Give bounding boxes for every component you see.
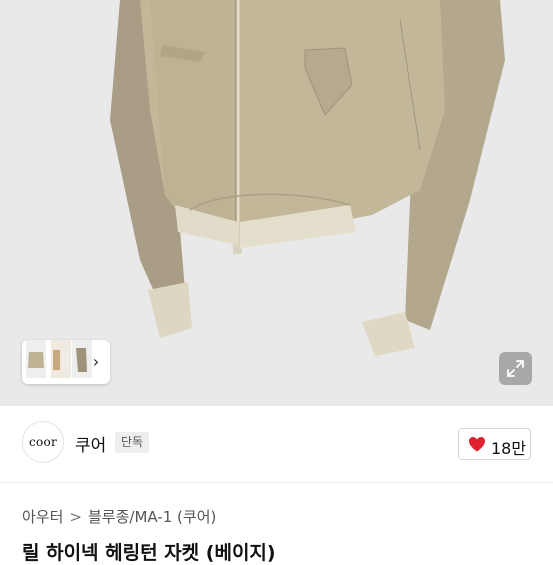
section-divider	[0, 482, 553, 483]
like-button[interactable]: 18만	[458, 428, 531, 460]
seller-avatar[interactable]: coor	[22, 421, 64, 463]
product-image-gallery[interactable]: ›	[0, 0, 553, 406]
heart-icon	[469, 437, 485, 452]
breadcrumb-item-subcategory[interactable]: 블루종/MA-1 (쿠어)	[88, 508, 216, 526]
like-count: 18만	[491, 439, 527, 458]
product-title: 릴 하이넥 헤링턴 자켓 (베이지)	[22, 542, 276, 564]
seller-row: coor 쿠어 단독 18만	[0, 406, 553, 482]
thumbnail-2[interactable]	[51, 340, 71, 378]
exclusive-badge: 단독	[115, 432, 150, 453]
breadcrumb-item-category[interactable]: 아우터	[22, 508, 63, 526]
breadcrumb: 아우터 > 블루종/MA-1 (쿠어)	[22, 506, 216, 527]
seller-name[interactable]: 쿠어	[75, 431, 106, 456]
expand-image-button[interactable]	[499, 352, 532, 385]
thumbnail-1[interactable]	[26, 340, 46, 378]
breadcrumb-separator: >	[69, 508, 82, 526]
chevron-right-icon[interactable]: ›	[88, 352, 104, 372]
expand-icon	[507, 360, 524, 377]
thumbnail-strip[interactable]: ›	[22, 340, 110, 384]
